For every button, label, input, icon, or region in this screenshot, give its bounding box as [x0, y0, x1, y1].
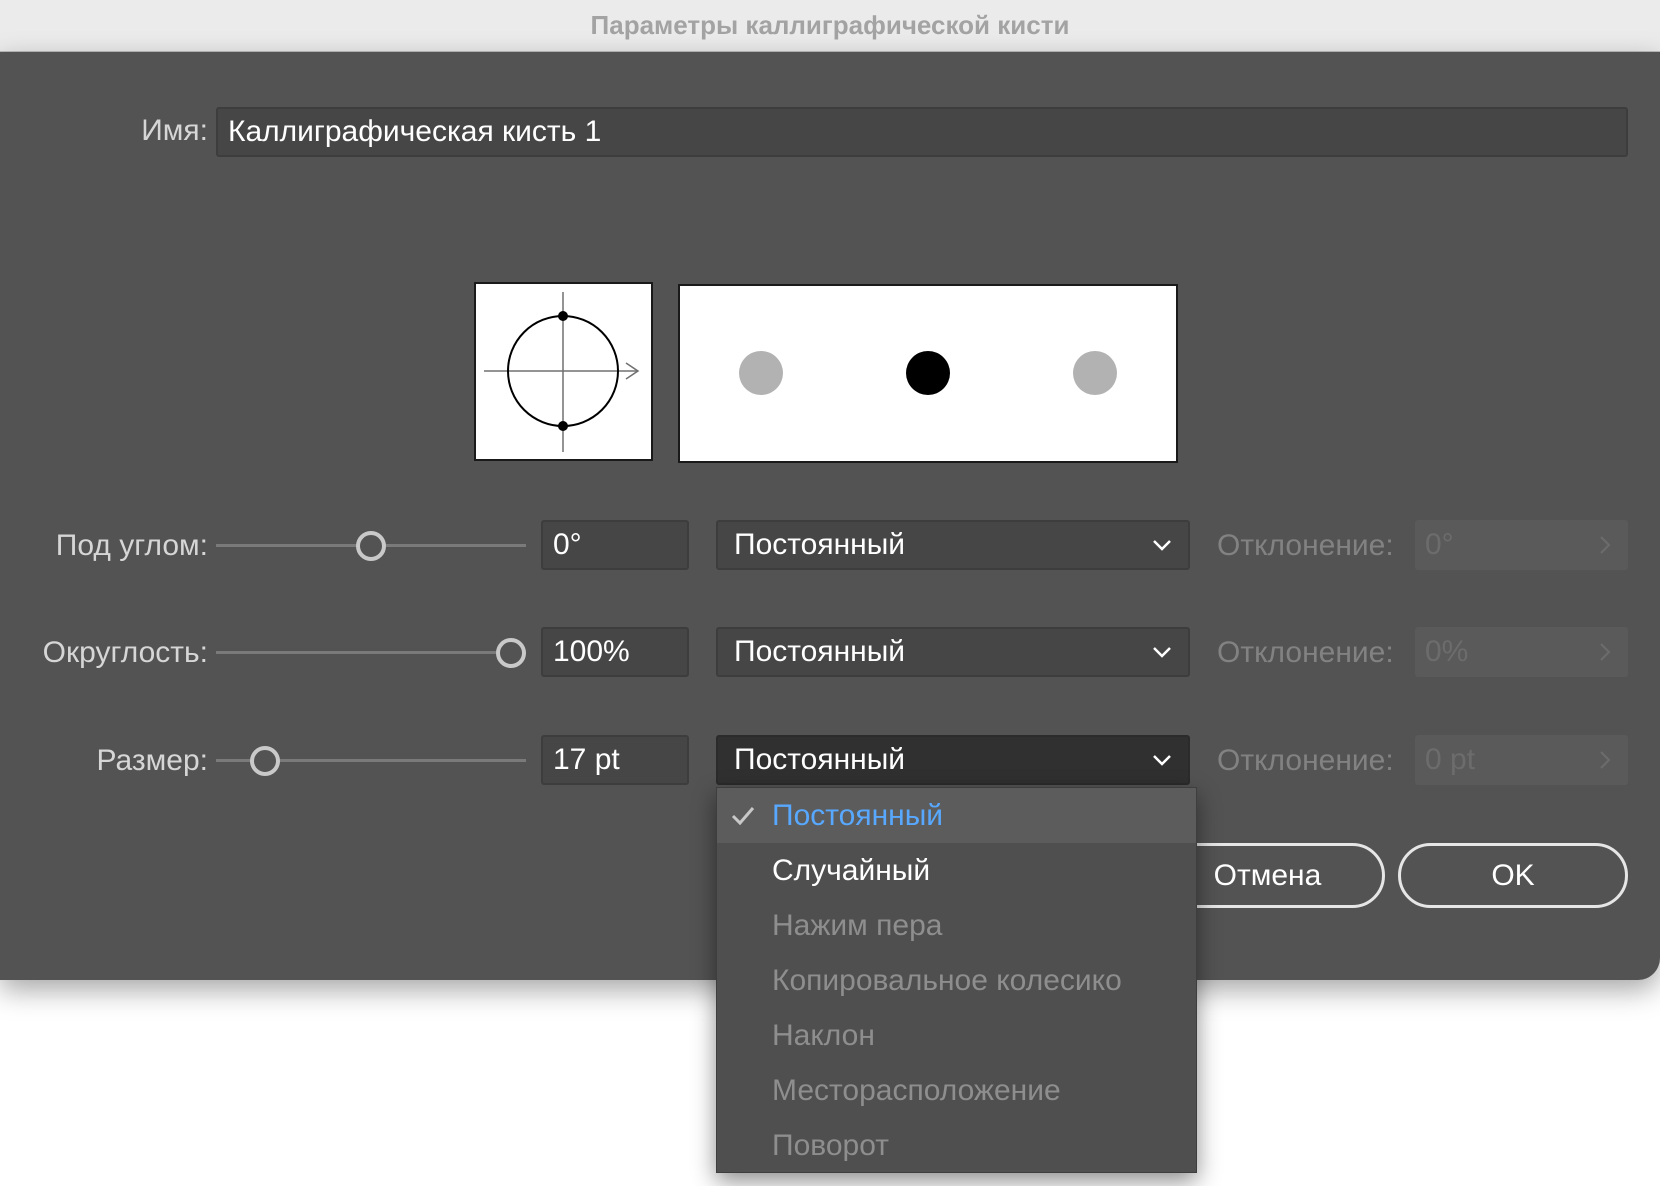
name-input[interactable]: Каллиграфическая кисть 1: [216, 107, 1628, 157]
checkmark-icon: [731, 806, 755, 825]
name-label: Имя:: [141, 114, 208, 147]
dropdown-option: Копировальное колесико: [717, 953, 1196, 1008]
angle-label: Под углом:: [55, 529, 208, 562]
chevron-down-icon: [1153, 647, 1171, 658]
angle-variation-label: Отклонение:: [1217, 529, 1394, 562]
dropdown-option: Наклон: [717, 1008, 1196, 1063]
angle-roundness-diagram: [484, 292, 640, 452]
preview-dot-min: [739, 351, 783, 395]
size-mode-select[interactable]: Постоянный: [716, 735, 1190, 785]
brush-angle-preview[interactable]: [474, 282, 653, 461]
chevron-right-icon: [1600, 643, 1611, 661]
dropdown-option[interactable]: Постоянный: [717, 788, 1196, 843]
angle-slider-knob[interactable]: [356, 531, 386, 561]
dropdown-option-label: Случайный: [772, 853, 931, 887]
roundness-mode-select[interactable]: Постоянный: [716, 627, 1190, 677]
roundness-handle-top: [558, 311, 568, 321]
size-mode-value: Постоянный: [734, 743, 906, 776]
roundness-slider-track: [216, 651, 526, 654]
chevron-down-icon: [1153, 755, 1171, 766]
size-slider[interactable]: [216, 743, 526, 779]
dropdown-option[interactable]: Случайный: [717, 843, 1196, 898]
angle-slider[interactable]: [216, 528, 526, 564]
dropdown-option-label: Копировальное колесико: [772, 963, 1122, 997]
dropdown-option-label: Наклон: [772, 1018, 875, 1052]
dropdown-option-label: Нажим пера: [772, 908, 943, 942]
dropdown-option: Месторасположение: [717, 1063, 1196, 1118]
size-variation-label: Отклонение:: [1217, 744, 1394, 777]
screen: Параметры каллиграфической кисти Имя: Ка…: [0, 0, 1660, 1186]
roundness-slider[interactable]: [216, 635, 526, 671]
window-title: Параметры каллиграфической кисти: [590, 10, 1070, 40]
size-variation-input: 0 pt: [1415, 735, 1628, 785]
roundness-variation-value: 0%: [1425, 635, 1469, 668]
angle-variation-input: 0°: [1415, 520, 1628, 570]
dropdown-option-label: Постоянный: [772, 798, 944, 832]
preview-dot-max: [1073, 351, 1117, 395]
angle-mode-value: Постоянный: [734, 528, 906, 561]
roundness-label: Округлость:: [42, 636, 208, 669]
roundness-mode-value: Постоянный: [734, 635, 906, 668]
ok-button[interactable]: OK: [1398, 843, 1628, 908]
angle-mode-select[interactable]: Постоянный: [716, 520, 1190, 570]
size-variation-value: 0 pt: [1425, 743, 1476, 776]
roundness-input[interactable]: 100%: [541, 627, 689, 677]
dropdown-option: Поворот: [717, 1118, 1196, 1173]
size-slider-knob[interactable]: [250, 746, 280, 776]
size-input[interactable]: 17 pt: [541, 735, 689, 785]
roundness-slider-knob[interactable]: [496, 638, 526, 668]
chevron-down-icon: [1153, 540, 1171, 551]
size-label: Размер:: [96, 744, 208, 777]
window-titlebar[interactable]: Параметры каллиграфической кисти: [0, 0, 1660, 52]
angle-variation-value: 0°: [1425, 528, 1454, 561]
angle-input[interactable]: 0°: [541, 520, 689, 570]
chevron-right-icon: [1600, 536, 1611, 554]
roundness-variation-input: 0%: [1415, 627, 1628, 677]
roundness-variation-label: Отклонение:: [1217, 636, 1394, 669]
preview-dot-current: [906, 351, 950, 395]
roundness-handle-bottom: [558, 421, 568, 431]
chevron-right-icon: [1600, 751, 1611, 769]
dropdown-option-label: Поворот: [772, 1128, 889, 1162]
dropdown-option: Нажим пера: [717, 898, 1196, 953]
size-mode-dropdown-list: Постоянный Случайный Нажим пера Копировальн…: [716, 787, 1197, 1173]
brush-stroke-preview: [678, 284, 1178, 463]
dropdown-option-label: Месторасположение: [772, 1073, 1061, 1107]
